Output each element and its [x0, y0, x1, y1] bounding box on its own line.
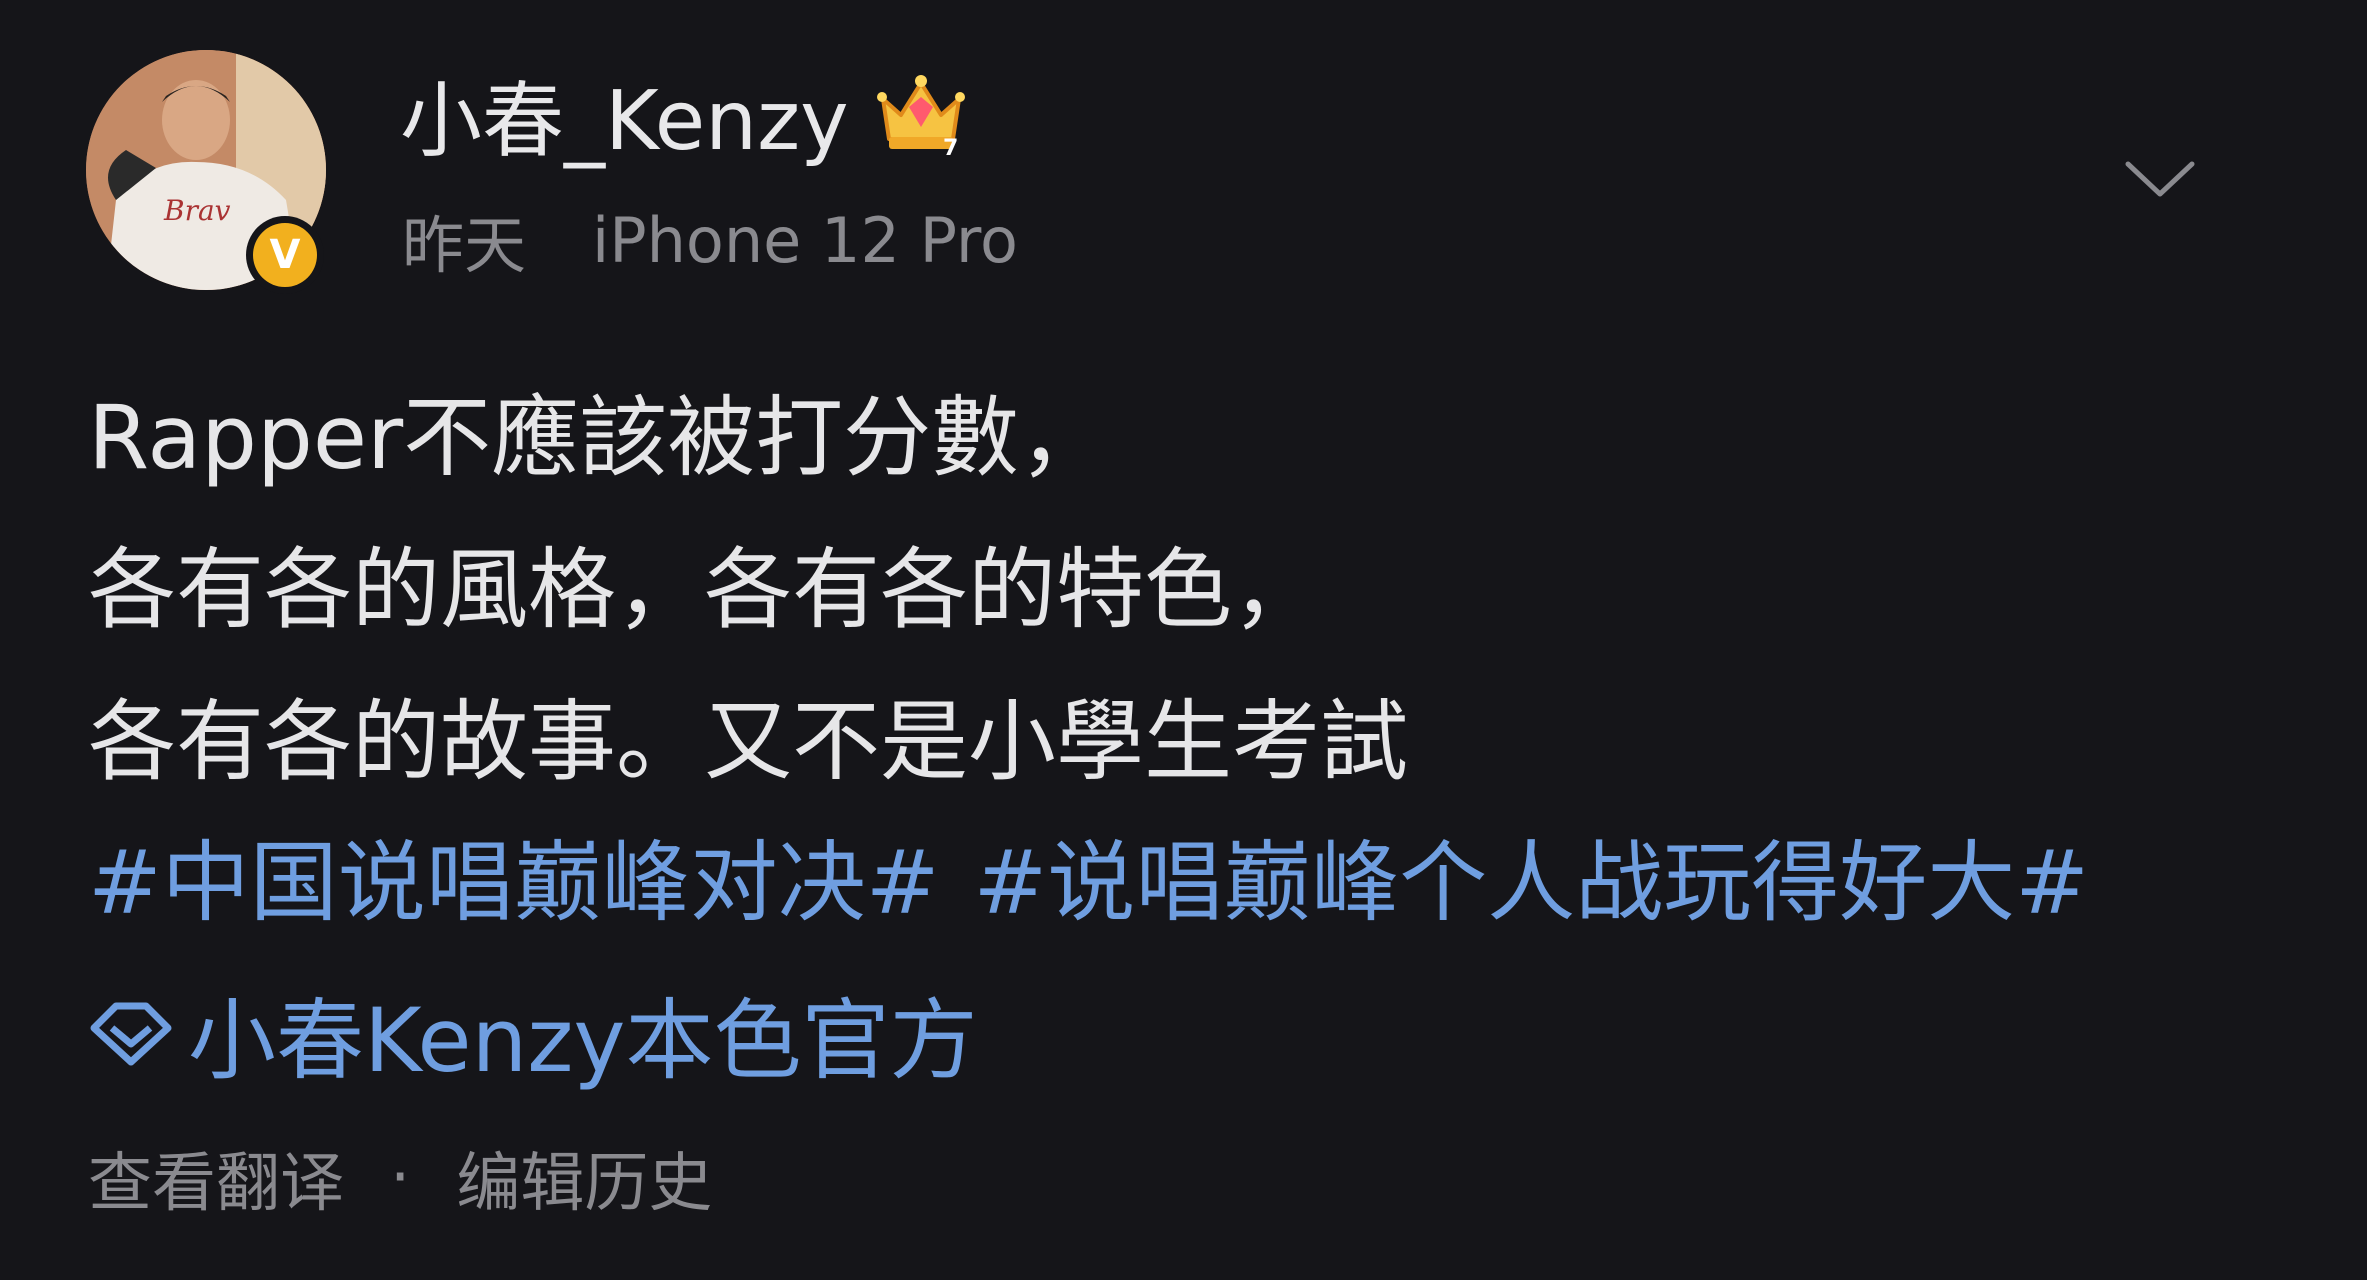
avatar-container[interactable]: Brav V — [86, 50, 326, 294]
supertopic-label: 小春Kenzy本色官方 — [188, 988, 978, 1092]
diamond-icon — [90, 1002, 172, 1066]
verified-v-icon: V — [253, 223, 317, 287]
hashtag-link[interactable]: #中国说唱巅峰对决# — [88, 831, 939, 934]
content-line: 各有各的風格，各有各的特色， — [88, 538, 1321, 641]
weibo-post: Brav V 小春_Kenzy 7 昨天 iPhone 12 Pro Rappe… — [0, 0, 2367, 1280]
post-time: 昨天 — [402, 209, 527, 282]
content-line: Rapper不應該被打分數， — [88, 386, 1108, 489]
separator: · — [390, 1141, 411, 1215]
svg-text:7: 7 — [943, 136, 958, 161]
author-row: 小春_Kenzy 7 — [400, 58, 969, 169]
author-name[interactable]: 小春_Kenzy — [400, 54, 849, 173]
supertopic-link[interactable]: 小春Kenzy本色官方 — [88, 958, 978, 1108]
post-content: Rapper不應該被打分數， 各有各的風格，各有各的特色， 各有各的故事。又不是… — [88, 362, 1408, 818]
post-source: iPhone 12 Pro — [592, 203, 1018, 277]
svg-text:Brav: Brav — [163, 194, 231, 227]
post-meta: 昨天 iPhone 12 Pro — [402, 200, 1018, 283]
verified-badge: V — [246, 216, 324, 294]
content-line: 各有各的故事。又不是小學生考試 — [88, 690, 1409, 793]
post-footer: 查看翻译 · 编辑历史 — [88, 1118, 712, 1238]
crown-icon[interactable]: 7 — [873, 65, 969, 161]
hashtag-link[interactable]: #说唱巅峰个人战玩得好大# — [973, 831, 2088, 934]
hashtag-row: #中国说唱巅峰对决# #说唱巅峰个人战玩得好大# — [88, 808, 2089, 958]
translate-link[interactable]: 查看翻译 — [88, 1132, 344, 1224]
edit-history-link[interactable]: 编辑历史 — [456, 1132, 712, 1224]
chevron-down-icon[interactable] — [2120, 150, 2200, 210]
